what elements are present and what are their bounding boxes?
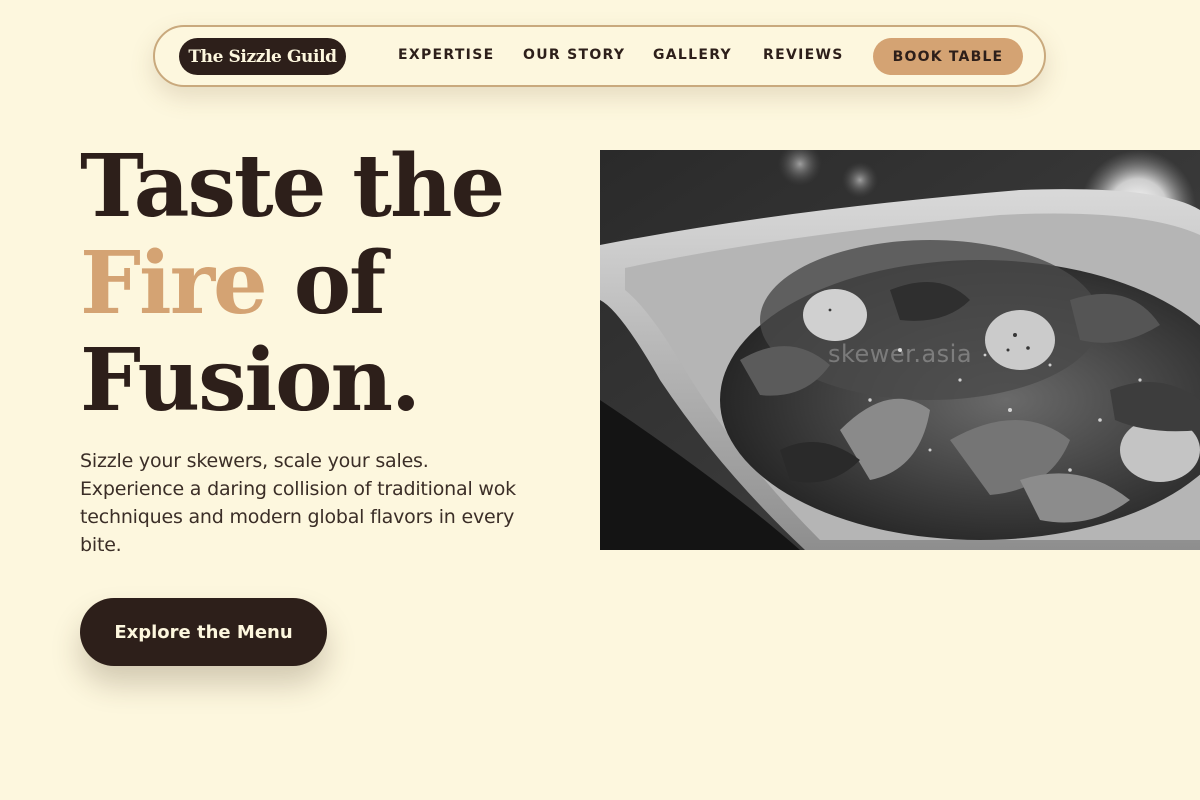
nav-link-our-story[interactable]: OUR STORY: [523, 47, 625, 63]
hero-food-image: skewer.asia: [600, 150, 1200, 550]
explore-menu-button[interactable]: Explore the Menu: [80, 598, 327, 666]
book-table-button[interactable]: BOOK TABLE: [873, 38, 1023, 75]
hero-title: Taste the Fire of Fusion.: [80, 136, 505, 431]
hero-title-line-2-rest: of: [265, 233, 386, 334]
hero-title-line-3: Fusion.: [80, 330, 421, 431]
nav-link-reviews[interactable]: REVIEWS: [763, 47, 844, 63]
hero-description: Sizzle your skewers, scale your sales. E…: [80, 450, 516, 556]
brand-logo[interactable]: The Sizzle Guild: [179, 38, 346, 75]
page: The Sizzle Guild EXPERTISE OUR STORY GAL…: [0, 0, 1200, 800]
nav-link-gallery[interactable]: GALLERY: [653, 47, 732, 63]
hero-title-accent: Fire: [80, 233, 268, 334]
nav-link-expertise[interactable]: EXPERTISE: [398, 47, 494, 63]
hero-title-line-1: Taste the: [80, 136, 505, 237]
top-nav: The Sizzle Guild EXPERTISE OUR STORY GAL…: [153, 25, 1046, 87]
image-watermark: skewer.asia: [827, 340, 973, 368]
